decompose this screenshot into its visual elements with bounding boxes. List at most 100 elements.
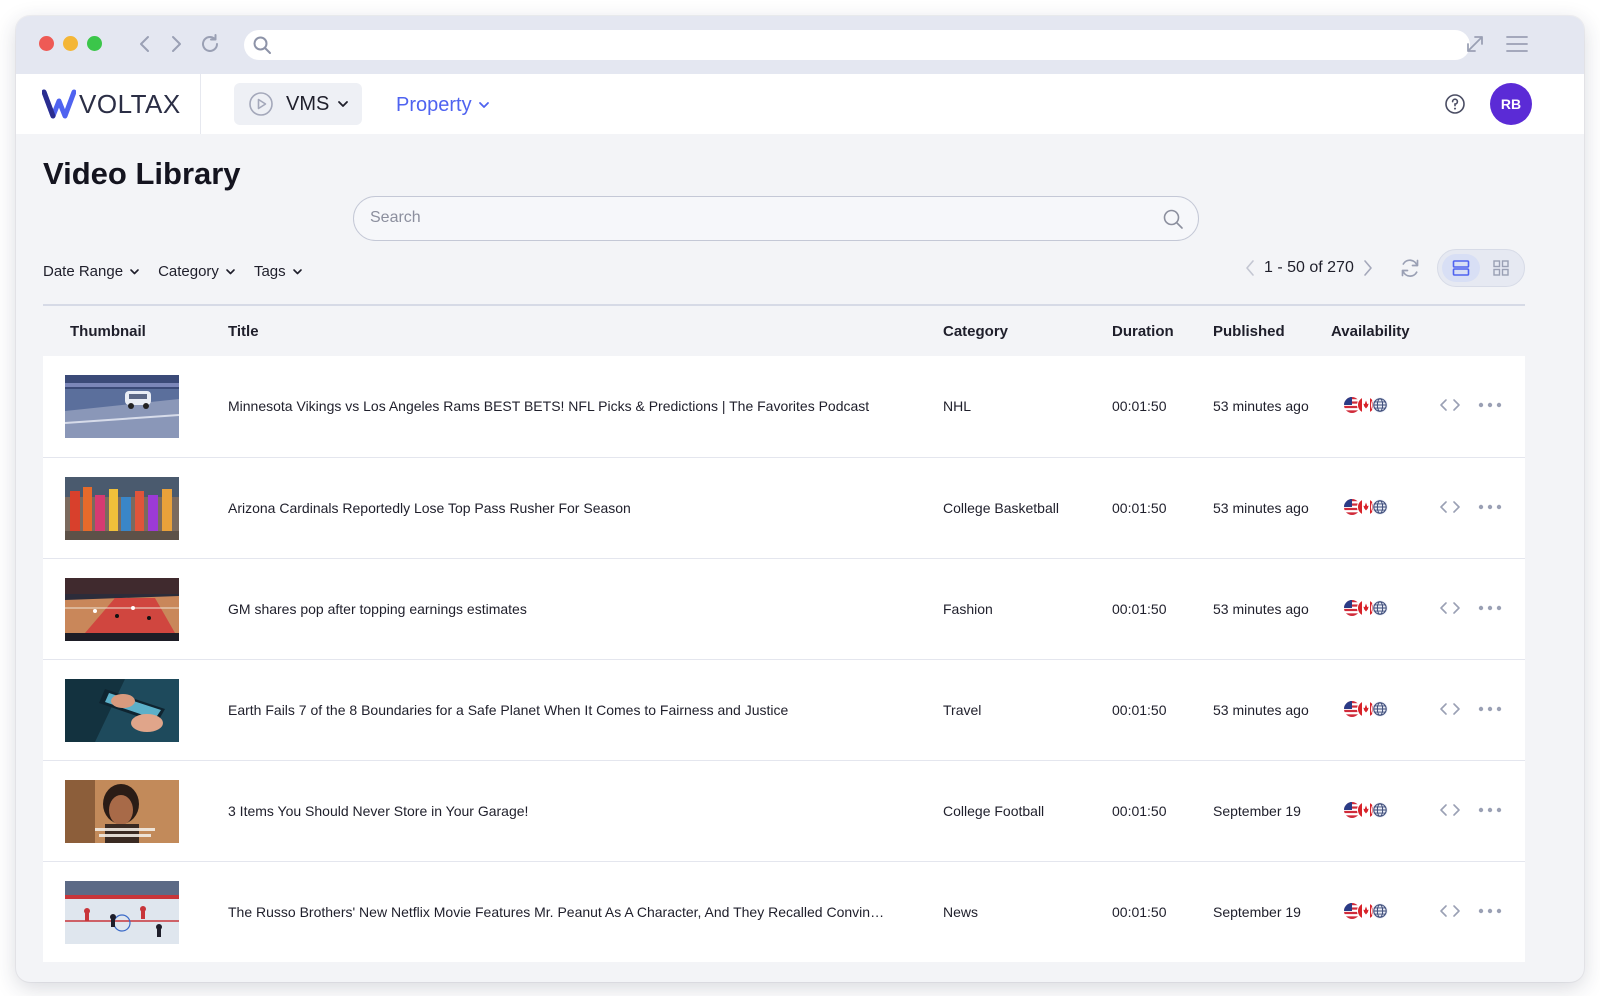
column-header-thumbnail[interactable]: Thumbnail xyxy=(70,323,146,340)
more-actions-button[interactable] xyxy=(1477,700,1503,718)
pagination: 1 - 50 of 270 xyxy=(1244,254,1374,282)
code-brackets-icon xyxy=(1440,501,1460,513)
date-range-filter-label: Date Range xyxy=(43,262,124,280)
video-category: Travel xyxy=(943,702,982,718)
table-row[interactable]: GM shares pop after topping earnings est… xyxy=(43,558,1525,659)
column-header-category[interactable]: Category xyxy=(943,323,1008,340)
video-thumbnail[interactable] xyxy=(65,679,179,742)
help-icon[interactable] xyxy=(1443,92,1467,116)
video-published: September 19 xyxy=(1213,803,1301,819)
tags-filter[interactable]: Tags xyxy=(254,263,303,280)
voltax-logo[interactable]: VOLTAX xyxy=(42,88,181,120)
search-bar[interactable] xyxy=(353,196,1199,241)
video-category: News xyxy=(943,904,979,920)
embed-code-button[interactable] xyxy=(1439,396,1461,414)
search-input[interactable] xyxy=(370,205,1150,231)
chevron-left-icon xyxy=(140,36,149,52)
availability-indicators xyxy=(1343,900,1393,922)
fullscreen-button[interactable] xyxy=(1462,31,1488,57)
video-title[interactable]: The Russo Brothers' New Netflix Movie Fe… xyxy=(228,904,888,920)
forward-button[interactable] xyxy=(163,31,189,57)
globe-icon xyxy=(1371,801,1389,819)
embed-code-button[interactable] xyxy=(1439,902,1461,920)
hamburger-menu-icon xyxy=(1506,36,1528,52)
video-duration: 00:01:50 xyxy=(1112,398,1167,414)
reload-button[interactable] xyxy=(197,31,223,57)
table-row[interactable]: Earth Fails 7 of the 8 Boundaries for a … xyxy=(43,659,1525,760)
video-duration: 00:01:50 xyxy=(1112,904,1167,920)
table-body: Minnesota Vikings vs Los Angeles Rams BE… xyxy=(43,356,1525,962)
video-published: 53 minutes ago xyxy=(1213,702,1309,718)
embed-code-button[interactable] xyxy=(1439,498,1461,516)
code-brackets-icon xyxy=(1440,399,1460,411)
product-switcher[interactable]: VMS xyxy=(234,83,362,125)
ellipsis-icon xyxy=(1478,605,1502,611)
filter-bar: Date Range Category Tags xyxy=(43,260,321,282)
chevron-down-icon xyxy=(292,268,302,274)
embed-code-button[interactable] xyxy=(1439,700,1461,718)
chevron-down-icon xyxy=(478,102,489,108)
video-published: 53 minutes ago xyxy=(1213,398,1309,414)
product-switcher-label: VMS xyxy=(286,92,330,115)
code-brackets-icon xyxy=(1440,602,1460,614)
browser-menu-button[interactable] xyxy=(1504,31,1530,57)
table-row[interactable]: 3 Items You Should Never Store in Your G… xyxy=(43,760,1525,861)
video-title[interactable]: 3 Items You Should Never Store in Your G… xyxy=(228,803,888,819)
list-view-button[interactable] xyxy=(1442,254,1480,282)
grid-view-button[interactable] xyxy=(1482,254,1520,282)
video-thumbnail[interactable] xyxy=(65,578,179,641)
grid-view-icon xyxy=(1493,260,1509,276)
column-header-published[interactable]: Published xyxy=(1213,323,1285,340)
embed-code-button[interactable] xyxy=(1439,801,1461,819)
user-avatar[interactable]: RB xyxy=(1490,83,1532,125)
minimize-window-button[interactable] xyxy=(63,36,78,51)
column-header-availability[interactable]: Availability xyxy=(1331,323,1410,340)
more-actions-button[interactable] xyxy=(1477,902,1503,920)
video-title[interactable]: Arizona Cardinals Reportedly Lose Top Pa… xyxy=(228,500,888,516)
page-title: Video Library xyxy=(43,156,241,191)
next-page-button[interactable] xyxy=(1362,259,1374,277)
more-actions-button[interactable] xyxy=(1477,801,1503,819)
search-icon[interactable] xyxy=(1162,208,1184,230)
date-range-filter[interactable]: Date Range xyxy=(43,263,140,280)
chevron-down-icon xyxy=(338,101,349,107)
refresh-icon[interactable] xyxy=(1397,255,1423,281)
availability-indicators xyxy=(1343,496,1393,518)
video-title[interactable]: Earth Fails 7 of the 8 Boundaries for a … xyxy=(228,702,888,718)
video-duration: 00:01:50 xyxy=(1112,803,1167,819)
more-actions-button[interactable] xyxy=(1477,498,1503,516)
globe-icon xyxy=(1371,396,1389,414)
category-filter[interactable]: Category xyxy=(158,263,236,280)
view-toggle xyxy=(1437,249,1525,287)
video-thumbnail[interactable] xyxy=(65,375,179,438)
app-header: VOLTAX VMS Property RB xyxy=(16,74,1584,134)
table-row[interactable]: Minnesota Vikings vs Los Angeles Rams BE… xyxy=(43,356,1525,457)
embed-code-button[interactable] xyxy=(1439,599,1461,617)
code-brackets-icon xyxy=(1440,703,1460,715)
more-actions-button[interactable] xyxy=(1477,396,1503,414)
availability-indicators xyxy=(1343,799,1393,821)
back-button[interactable] xyxy=(132,31,158,57)
property-dropdown-label: Property xyxy=(396,93,472,116)
video-category: College Basketball xyxy=(943,500,1059,516)
previous-page-button[interactable] xyxy=(1244,259,1256,277)
logo-text: VOLTAX xyxy=(79,88,181,119)
video-thumbnail[interactable] xyxy=(65,881,179,944)
reload-icon xyxy=(202,34,218,52)
maximize-window-button[interactable] xyxy=(87,36,102,51)
video-title[interactable]: Minnesota Vikings vs Los Angeles Rams BE… xyxy=(228,398,888,414)
more-actions-button[interactable] xyxy=(1477,599,1503,617)
table-row[interactable]: Arizona Cardinals Reportedly Lose Top Pa… xyxy=(43,457,1525,558)
column-header-duration[interactable]: Duration xyxy=(1112,323,1174,340)
ellipsis-icon xyxy=(1478,706,1502,712)
video-thumbnail[interactable] xyxy=(65,780,179,843)
close-window-button[interactable] xyxy=(39,36,54,51)
property-dropdown[interactable]: Property xyxy=(396,90,490,120)
table-row[interactable]: The Russo Brothers' New Netflix Movie Fe… xyxy=(43,861,1525,962)
video-duration: 00:01:50 xyxy=(1112,601,1167,617)
video-thumbnail[interactable] xyxy=(65,477,179,540)
address-bar[interactable] xyxy=(244,30,1470,60)
video-title[interactable]: GM shares pop after topping earnings est… xyxy=(228,601,888,617)
globe-icon xyxy=(1371,700,1389,718)
column-header-title[interactable]: Title xyxy=(228,323,259,340)
